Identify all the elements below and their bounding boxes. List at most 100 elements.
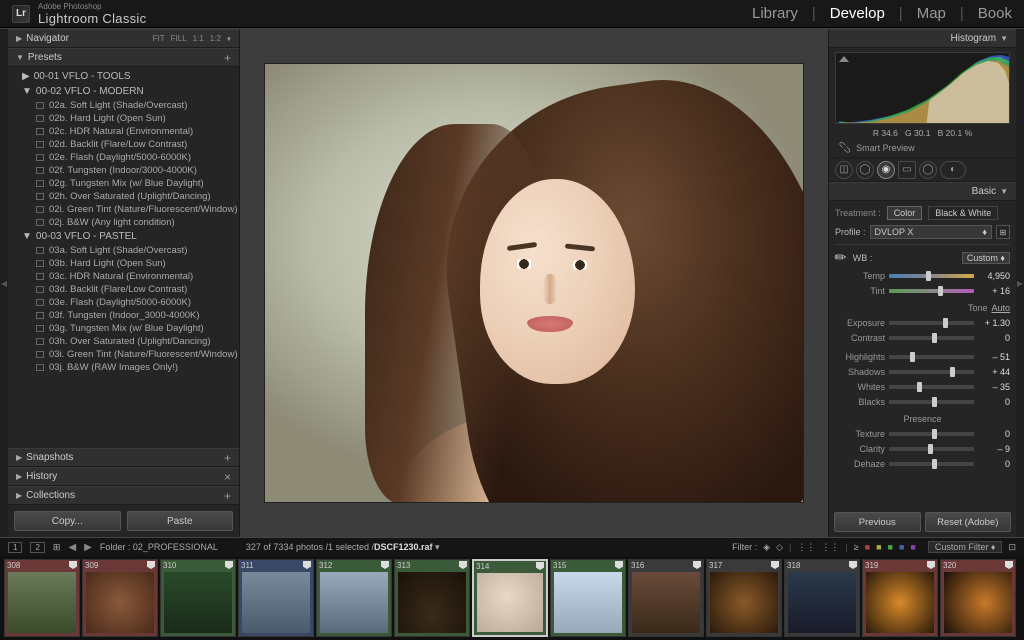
paste-button[interactable]: Paste [127,511,234,531]
slider-thumb[interactable] [932,333,937,343]
slider-thumb[interactable] [950,367,955,377]
profile-select[interactable]: DVLOP X♦ [870,225,992,239]
preset-item[interactable]: 02c. HDR Natural (Environmental) [8,125,239,138]
slider-thumb[interactable] [938,286,943,296]
slider-thumb[interactable] [943,318,948,328]
preset-item[interactable]: 02g. Tungsten Mix (w/ Blue Daylight) [8,177,239,190]
profile-browser-icon[interactable]: ⊞ [996,225,1010,239]
flag-filter-icon[interactable]: ◈ [763,542,770,553]
flag-icon[interactable] [849,561,857,569]
clear-history-icon[interactable]: × [224,470,231,484]
preset-item[interactable]: 02e. Flash (Daylight/5000-6000K) [8,151,239,164]
texture-slider[interactable]: Texture0 [835,426,1010,441]
brush-tool-icon[interactable]: ◐ [940,161,966,179]
wb-select[interactable]: Custom ♦ [962,252,1010,264]
snapshots-header[interactable]: ▶ Snapshots + [8,448,239,467]
filmstrip-thumb[interactable]: 312 [316,559,392,637]
zoom-menu-icon[interactable]: ♦ [227,34,231,43]
flag-icon[interactable] [1005,561,1013,569]
filmstrip-thumb[interactable]: 309 [82,559,158,637]
basic-header[interactable]: Basic ▼ [829,182,1016,201]
presets-header[interactable]: ▼ Presets + [8,48,239,67]
flag-icon[interactable] [69,561,77,569]
histogram-header[interactable]: Histogram ▼ [829,29,1016,48]
flag-icon[interactable] [459,561,467,569]
preset-item[interactable]: 03i. Green Tint (Nature/Fluorescent/Wind… [8,348,239,361]
eyedropper-icon[interactable]: ✎ [831,247,851,267]
flag-icon[interactable] [615,561,623,569]
filmstrip-thumb[interactable]: 319 [862,559,938,637]
module-book[interactable]: Book [978,5,1012,22]
navigator-header[interactable]: ▶ Navigator FIT FILL 1:1 1:2 ♦ [8,29,239,48]
slider-track[interactable] [889,355,974,359]
contrast-slider[interactable]: Contrast0 [835,330,1010,345]
module-map[interactable]: Map [917,5,946,22]
gradient-tool-icon[interactable]: ▭ [898,161,916,179]
rating-filter-icon[interactable]: ⋮⋮ [797,542,815,553]
preset-item[interactable]: 03h. Over Saturated (Uplight/Dancing) [8,335,239,348]
collections-header[interactable]: ▶ Collections + [8,486,239,505]
grid-icon[interactable]: ⊞ [53,542,61,553]
slider-track[interactable] [889,432,974,436]
preset-item[interactable]: 03b. Hard Light (Open Sun) [8,257,239,270]
preset-item[interactable]: 02h. Over Saturated (Uplight/Dancing) [8,190,239,203]
dehaze-slider[interactable]: Dehaze0 [835,456,1010,471]
temp-slider[interactable]: Temp4,950 [835,268,1010,283]
spot-tool-icon[interactable]: ◯ [856,161,874,179]
filmstrip-thumb[interactable]: 320 [940,559,1016,637]
flag-icon[interactable] [536,562,544,570]
next-photo-icon[interactable]: ▶ [84,542,92,553]
slider-value[interactable]: 0 [978,333,1010,343]
preset-item[interactable]: 03e. Flash (Daylight/5000-6000K) [8,296,239,309]
preset-item[interactable]: 02b. Hard Light (Open Sun) [8,112,239,125]
slider-thumb[interactable] [917,382,922,392]
filmstrip-thumb[interactable]: 317 [706,559,782,637]
slider-track[interactable] [889,400,974,404]
view-mode-2[interactable]: 2 [30,542,44,553]
histogram-display[interactable] [835,52,1010,124]
prev-photo-icon[interactable]: ◀ [68,542,76,553]
highlights-slider[interactable]: Highlights– 51 [835,349,1010,364]
slider-track[interactable] [889,370,974,374]
filter-gte-icon[interactable]: ≥ [854,542,859,552]
filmstrip-thumb[interactable]: 308 [4,559,80,637]
slider-track[interactable] [889,385,974,389]
slider-track[interactable] [889,336,974,340]
preset-group[interactable]: ▼00-03 VFLO - PASTEL [8,229,239,244]
label-red-icon[interactable]: ■ [865,542,870,552]
flag-icon[interactable] [693,561,701,569]
slider-value[interactable]: 0 [978,397,1010,407]
redeye-tool-icon[interactable]: ◉ [877,161,895,179]
filmstrip[interactable]: 308309310311312313314315316317318319320 [0,556,1024,640]
flag-icon[interactable] [303,561,311,569]
preset-item[interactable]: 03c. HDR Natural (Environmental) [8,270,239,283]
shadows-slider[interactable]: Shadows+ 44 [835,364,1010,379]
preset-group[interactable]: ▶00-01 VFLO - TOOLS [8,69,239,84]
exposure-slider[interactable]: Exposure+ 1.30 [835,315,1010,330]
slider-track[interactable] [889,462,974,466]
clarity-slider[interactable]: Clarity– 9 [835,441,1010,456]
filmstrip-thumb[interactable]: 313 [394,559,470,637]
add-snapshot-icon[interactable]: + [224,451,231,465]
treatment-bw[interactable]: Black & White [928,206,998,220]
zoom-1-1[interactable]: 1:1 [193,34,204,43]
preset-item[interactable]: 03a. Soft Light (Shade/Overcast) [8,244,239,257]
slider-value[interactable]: – 51 [978,352,1010,362]
view-mode-1[interactable]: 1 [8,542,22,553]
rating-filter-2-icon[interactable]: ⋮⋮ [821,542,839,553]
slider-value[interactable]: + 16 [978,286,1010,296]
preset-item[interactable]: 03d. Backlit (Flare/Low Contrast) [8,283,239,296]
slider-value[interactable]: + 1.30 [978,318,1010,328]
preset-item[interactable]: 02d. Backlit (Flare/Low Contrast) [8,138,239,151]
module-develop[interactable]: Develop [830,5,885,22]
crop-tool-icon[interactable]: ◫ [835,161,853,179]
slider-value[interactable]: 0 [978,459,1010,469]
slider-track[interactable] [889,289,974,293]
slider-track[interactable] [889,447,974,451]
slider-thumb[interactable] [932,429,937,439]
filter-lock-icon[interactable]: ⊡ [1008,542,1016,553]
filmstrip-thumb[interactable]: 314 [472,559,548,637]
flag-reject-icon[interactable]: ◇ [776,542,783,553]
slider-thumb[interactable] [926,271,931,281]
preset-item[interactable]: 02f. Tungsten (Indoor/3000-4000K) [8,164,239,177]
